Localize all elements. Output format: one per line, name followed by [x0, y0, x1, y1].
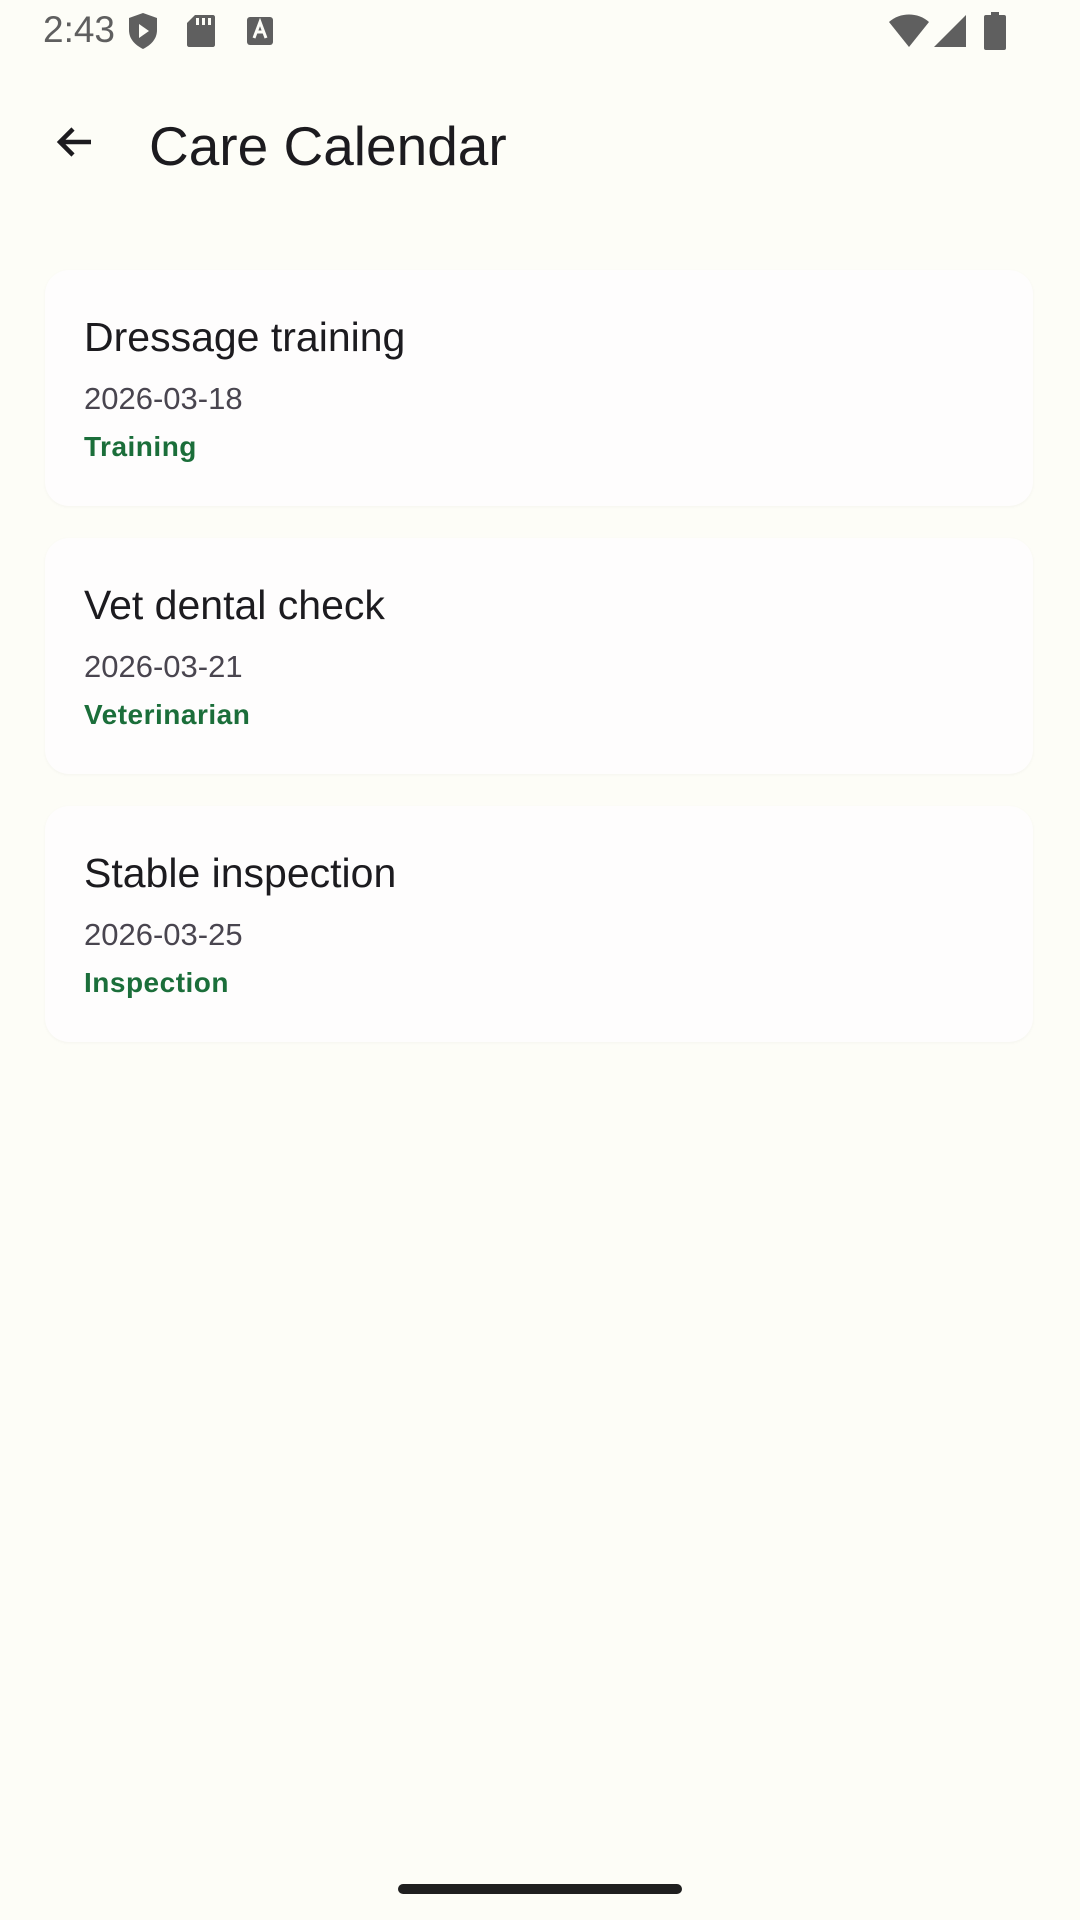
event-title: Vet dental check: [84, 582, 385, 628]
status-bar: 2:43: [0, 0, 1080, 64]
sd-card-icon: [186, 14, 216, 53]
status-time: 2:43: [43, 9, 116, 50]
home-gesture-bar[interactable]: [398, 1884, 682, 1894]
event-date: 2026-03-25: [84, 917, 243, 952]
event-title: Dressage training: [84, 314, 406, 360]
font-a-icon: [246, 16, 274, 51]
event-category: Training: [84, 431, 197, 462]
event-card[interactable]: Dressage training 2026-03-18 Training: [45, 270, 1033, 506]
top-app-bar: Care Calendar: [0, 64, 1080, 224]
event-category: Veterinarian: [84, 699, 251, 730]
signal-icon: [933, 14, 967, 53]
arrow-back-icon: [51, 118, 99, 171]
event-date: 2026-03-18: [84, 381, 243, 416]
event-title: Stable inspection: [84, 850, 397, 896]
event-card[interactable]: Vet dental check 2026-03-21 Veterinarian: [45, 538, 1033, 774]
event-card[interactable]: Stable inspection 2026-03-25 Inspection: [45, 806, 1033, 1042]
event-category: Inspection: [84, 967, 230, 998]
back-button[interactable]: [35, 104, 115, 184]
page-title: Care Calendar: [149, 115, 507, 177]
battery-icon: [984, 12, 1006, 55]
event-date: 2026-03-21: [84, 649, 243, 684]
wifi-icon: [888, 14, 930, 53]
shield-play-icon: [127, 12, 159, 55]
